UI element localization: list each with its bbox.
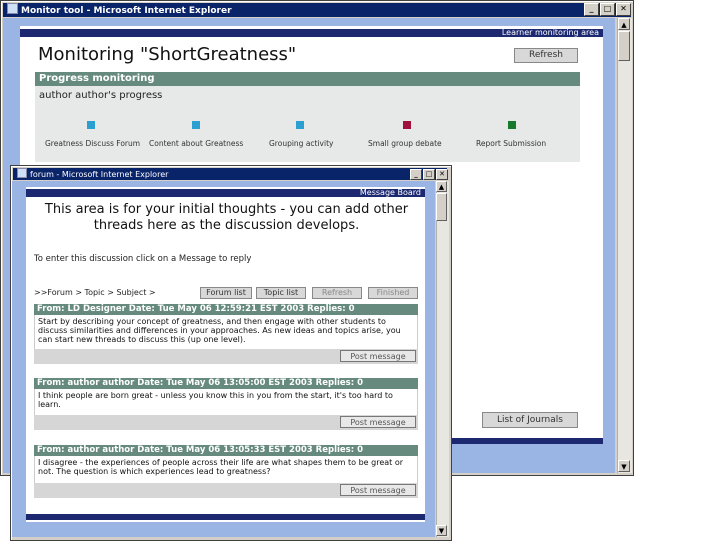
forum-window-controls: _ □ ✕ <box>410 169 448 180</box>
activity-label[interactable]: Content about Greatness <box>149 139 243 148</box>
page-title: Monitoring "ShortGreatness" <box>38 44 297 65</box>
message-header: From: author author Date: Tue May 06 13:… <box>34 445 418 456</box>
forum-breadcrumb: >>Forum > Topic > Subject > <box>34 288 156 297</box>
activity-label[interactable]: Report Submission <box>476 139 546 148</box>
scroll-down-icon[interactable]: ▼ <box>436 525 447 536</box>
message-body[interactable]: I disagree - the experiences of people a… <box>34 456 418 483</box>
finished-button[interactable]: Finished <box>368 287 418 299</box>
message-header: From: LD Designer Date: Tue May 06 12:59… <box>34 304 418 315</box>
forum-instruction: To enter this discussion click on a Mess… <box>34 254 252 264</box>
message-footer: Post message <box>34 415 418 430</box>
monitor-scrollbar[interactable] <box>617 18 632 473</box>
forum-header-label: Message Board <box>359 188 421 197</box>
ie-icon <box>17 168 27 178</box>
close-icon[interactable]: ✕ <box>436 169 448 180</box>
scroll-up-icon[interactable]: ▲ <box>436 181 447 192</box>
ie-icon <box>7 3 18 14</box>
refresh-button[interactable]: Refresh <box>514 48 578 63</box>
forum-scrollbar[interactable] <box>436 181 449 537</box>
message-footer: Post message <box>34 349 418 364</box>
forum-refresh-button[interactable]: Refresh <box>312 287 362 299</box>
scroll-thumb[interactable] <box>618 31 630 61</box>
scroll-down-icon[interactable]: ▼ <box>618 460 630 472</box>
forum-list-button[interactable]: Forum list <box>200 287 252 299</box>
monitor-window-controls: _ □ ✕ <box>584 3 631 16</box>
activity-status-icon <box>192 121 200 129</box>
activity-status-icon <box>508 121 516 129</box>
message-footer: Post message <box>34 483 418 498</box>
monitor-header-label: Learner monitoring area <box>501 28 599 37</box>
progress-subtitle: author author's progress <box>39 90 163 101</box>
minimize-icon[interactable]: _ <box>584 3 599 16</box>
forum-heading: This area is for your initial thoughts -… <box>44 202 409 233</box>
activity-label[interactable]: Small group debate <box>368 139 442 148</box>
monitor-window-title: Monitor tool - Microsoft Internet Explor… <box>21 6 232 16</box>
progress-section-title: Progress monitoring <box>35 72 580 86</box>
post-message-button[interactable]: Post message <box>340 350 416 362</box>
minimize-icon[interactable]: _ <box>410 169 422 180</box>
forum-window-title: forum - Microsoft Internet Explorer <box>30 170 169 179</box>
message-header: From: author author Date: Tue May 06 13:… <box>34 378 418 389</box>
post-message-button[interactable]: Post message <box>340 416 416 428</box>
close-icon[interactable]: ✕ <box>616 3 631 16</box>
activity-label[interactable]: Grouping activity <box>269 139 333 148</box>
activity-label[interactable]: Greatness Discuss Forum <box>45 139 140 148</box>
forum-window-titlebar[interactable]: forum - Microsoft Internet Explorer <box>13 168 447 180</box>
forum-header-bar: Message Board <box>26 189 425 197</box>
monitor-header-bar: Learner monitoring area <box>20 29 603 37</box>
maximize-icon[interactable]: □ <box>423 169 435 180</box>
monitor-window-titlebar[interactable]: Monitor tool - Microsoft Internet Explor… <box>3 3 631 17</box>
scroll-up-icon[interactable]: ▲ <box>618 18 630 30</box>
maximize-icon[interactable]: □ <box>600 3 615 16</box>
activity-status-icon <box>296 121 304 129</box>
activity-status-icon <box>87 121 95 129</box>
message-body[interactable]: I think people are born great - unless y… <box>34 389 418 415</box>
forum-footer-bar <box>26 514 425 520</box>
list-of-journals-button[interactable]: List of Journals <box>482 412 578 428</box>
topic-list-button[interactable]: Topic list <box>256 287 306 299</box>
scroll-thumb[interactable] <box>436 193 447 221</box>
post-message-button[interactable]: Post message <box>340 484 416 496</box>
message-body[interactable]: Start by describing your concept of grea… <box>34 315 418 349</box>
activity-status-icon <box>403 121 411 129</box>
